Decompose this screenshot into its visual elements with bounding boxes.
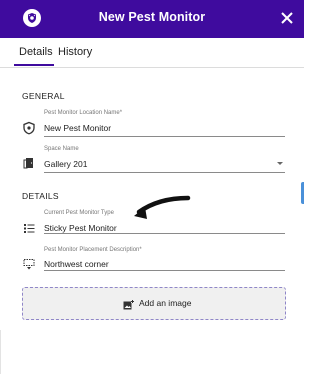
- field-underline: [44, 136, 285, 137]
- location-name-field[interactable]: Pest Monitor Location Name* New Pest Mon…: [44, 110, 285, 138]
- placement-icon: [22, 257, 36, 271]
- location-name-label-text: Pest Monitor Location Name: [44, 110, 120, 116]
- tab-details[interactable]: Details: [19, 46, 53, 58]
- monitor-type-label: Current Pest Monitor Type: [44, 210, 114, 216]
- placement-label-text: Pest Monitor Placement Description: [44, 247, 140, 253]
- add-image-button[interactable]: Add an image: [22, 287, 286, 320]
- tab-history[interactable]: History: [58, 46, 92, 58]
- section-details-heading: DETAILS: [22, 191, 59, 201]
- required-marker: *: [119, 110, 123, 116]
- field-underline: [44, 172, 285, 173]
- tab-bar: Details History: [0, 38, 304, 68]
- section-general-heading: GENERAL: [22, 91, 65, 101]
- space-name-select[interactable]: Space Name Gallery 201: [44, 146, 285, 174]
- close-icon[interactable]: [278, 9, 296, 27]
- required-marker: *: [139, 247, 142, 253]
- placement-description-input[interactable]: Northwest corner: [44, 259, 109, 269]
- location-name-input[interactable]: New Pest Monitor: [44, 123, 111, 133]
- space-name-label: Space Name: [44, 146, 79, 152]
- add-image-label: Add an image: [139, 298, 192, 308]
- chevron-down-icon[interactable]: [277, 162, 283, 165]
- door-icon: [22, 156, 36, 170]
- placement-description-field[interactable]: Pest Monitor Placement Description* Nort…: [44, 247, 285, 275]
- header-bar: New Pest Monitor: [0, 0, 304, 38]
- space-name-value[interactable]: Gallery 201: [44, 159, 87, 169]
- active-tab-indicator: [14, 64, 54, 66]
- field-underline: [44, 270, 285, 271]
- monitor-type-field[interactable]: Current Pest Monitor Type Sticky Pest Mo…: [44, 210, 285, 238]
- divider: [0, 330, 1, 374]
- add-image-icon: [123, 298, 134, 310]
- badge-shield-icon: [22, 121, 36, 135]
- field-underline: [44, 233, 285, 234]
- page-title: New Pest Monitor: [98, 10, 206, 24]
- monitor-type-value[interactable]: Sticky Pest Monitor: [44, 223, 117, 233]
- placement-label: Pest Monitor Placement Description*: [44, 247, 142, 253]
- list-icon: [22, 221, 36, 235]
- side-panel-tab[interactable]: [301, 182, 304, 204]
- location-name-label: Pest Monitor Location Name*: [44, 110, 122, 116]
